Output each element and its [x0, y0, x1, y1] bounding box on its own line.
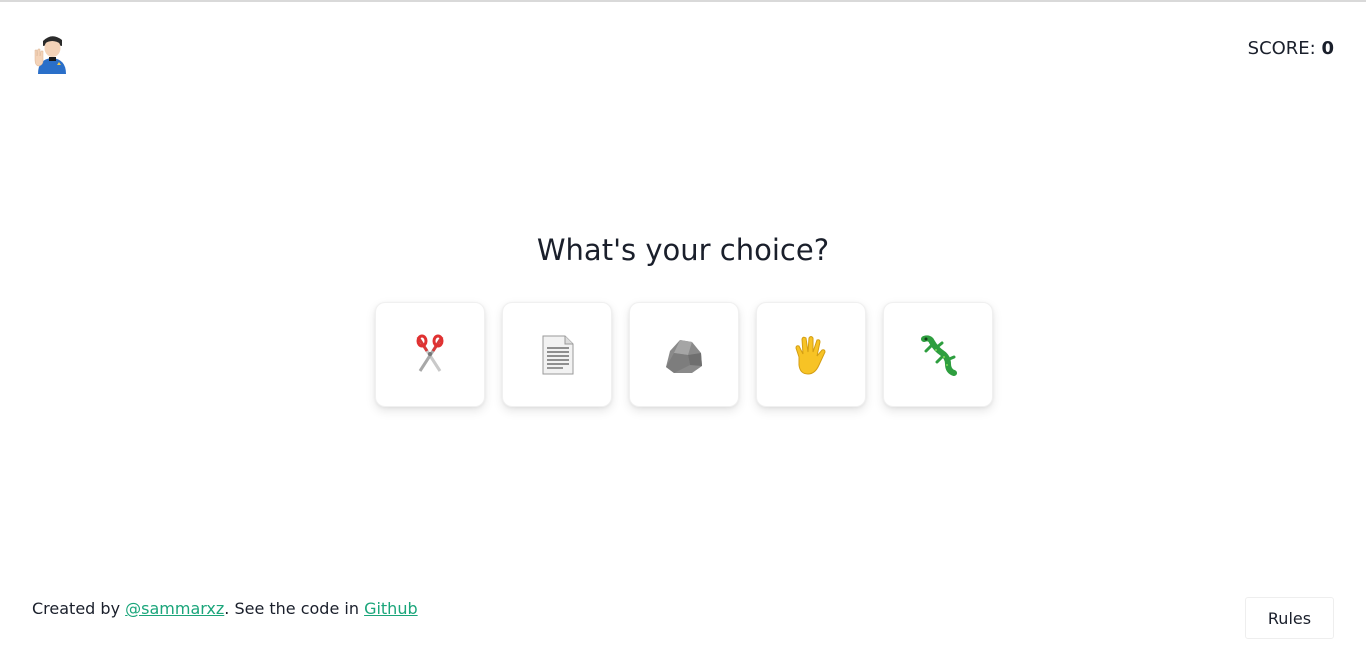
- choice-spock[interactable]: [756, 302, 866, 407]
- choice-paper[interactable]: [502, 302, 612, 407]
- scissors-icon: [416, 334, 444, 372]
- footer-credits: Created by @sammarxz. See the code in Gi…: [32, 599, 418, 618]
- choices-list: [375, 302, 993, 407]
- see-code-text: . See the code in: [224, 599, 365, 618]
- lizard-icon: [921, 334, 957, 376]
- score-display: SCORE: 0: [1248, 38, 1334, 59]
- choice-rock[interactable]: [629, 302, 739, 407]
- page-title: What's your choice?: [536, 233, 830, 267]
- vulcan-hand-icon: [795, 335, 826, 375]
- github-link[interactable]: Github: [364, 599, 418, 618]
- paper-icon: [542, 335, 574, 374]
- top-border: [0, 0, 1366, 2]
- choice-lizard[interactable]: [883, 302, 993, 407]
- choice-scissors[interactable]: [375, 302, 485, 407]
- rules-button[interactable]: Rules: [1245, 597, 1334, 639]
- vulcan-salute-person-icon: [32, 30, 72, 74]
- author-link[interactable]: @sammarxz: [125, 599, 224, 618]
- score-value: 0: [1321, 38, 1334, 59]
- created-by-text: Created by: [32, 599, 126, 618]
- rock-icon: [666, 339, 702, 373]
- score-label: SCORE:: [1247, 38, 1322, 59]
